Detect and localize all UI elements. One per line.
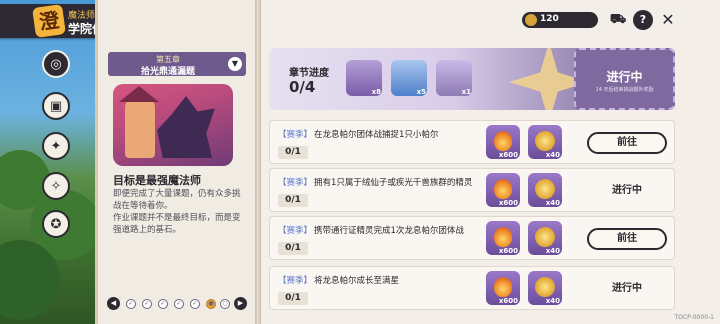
task-progress: 0/1 [278,146,308,159]
sidebar-item-star[interactable]: ✦ [42,132,70,160]
chapter-dot[interactable]: ✓ [190,299,200,309]
prev-chapter-button[interactable]: ◀ [107,297,120,310]
reward-count: x40 [545,247,560,255]
task-tag: 【赛季】 [278,130,313,140]
crystal-illustration [157,96,215,158]
chapter-name: 拾光鼎通漏题 [140,67,195,77]
chapter-pager: ◀ ✓ ✓ ✓ ✓ ✓ ● ○ ▶ [107,297,249,311]
task-title: 【赛季】 在龙息帕尔团体战捕捉1只小帕尔 [278,128,438,140]
task-text: 拥有1只属于绒仙子或疾光千兽族群的精灵 [314,178,473,188]
chapter-dot[interactable]: ✓ [126,299,136,309]
task-title: 【赛季】 将龙息帕尔成长至满星 [278,274,399,286]
task-text: 在龙息帕尔团体战捕捉1只小帕尔 [314,130,439,140]
chapter-dot[interactable]: ✓ [158,299,168,309]
reward-flower-icon[interactable]: x1 [436,60,472,96]
progress-label: 章节进度 [289,68,329,79]
reward-crystal-icon[interactable]: x8 [346,60,382,96]
goal-title: 目标是最强魔法师 [113,174,201,187]
task-row: 【赛季】 将龙息帕尔成长至满星 0/1 x600 x40 进行中 [269,266,675,310]
progress-value: 0/4 [289,78,316,96]
reward-count: x600 [498,151,518,159]
coin-reward-icon[interactable]: x40 [528,173,562,207]
coin-reward-icon[interactable]: x40 [528,221,562,255]
task-progress: 0/1 [278,242,308,255]
reward-count: x600 [498,247,518,255]
task-title: 【赛季】 携带通行证精灵完成1次龙息帕尔团体战 [278,224,464,236]
task-row: 【赛季】 携带通行证精灵完成1次龙息帕尔团体战 0/1 x600 x40 前往 [269,216,675,260]
witch-illustration [125,94,155,158]
coin-icon [525,14,537,26]
chapter-status: 进行中 [606,70,643,84]
close-icon[interactable]: ✕ [658,10,678,30]
badge-icon: ✪ [50,216,62,232]
task-progress: 0/1 [278,292,308,305]
scenery-background [0,0,100,324]
version-label: TOCP-0000-1 [674,314,714,321]
task-status: 进行中 [612,185,642,196]
task-status: 进行中 [612,283,642,294]
chapter-selector[interactable]: 第五章 拾光鼎通漏题 ▼ [108,52,246,77]
reward-count: x1 [461,88,471,96]
reward-count: x600 [498,297,518,305]
coin-reward-icon[interactable]: x40 [528,125,562,159]
task-progress: 0/1 [278,194,308,207]
help-icon[interactable]: ? [633,10,653,30]
shop-cart-icon[interactable]: ⛟ [608,10,628,30]
chapter-dot-current[interactable]: ● [206,299,216,309]
hat-illustration [119,86,159,102]
sidebar-item-badge[interactable]: ✪ [42,210,70,238]
flame-reward-icon[interactable]: x600 [486,221,520,255]
compass-icon: ✧ [50,178,62,194]
chapter-dot[interactable]: ✓ [174,299,184,309]
go-button[interactable]: 前往 [587,132,667,154]
next-chapter-button[interactable]: ▶ [234,297,247,310]
reward-count: x40 [545,199,560,207]
target-icon: ◎ [50,56,62,72]
chapter-progress-card: 章节进度 0/4 x8 x5 x1 进行中 14 天后结束挑战额外奖励 [269,48,675,110]
chapter-status-sub: 14 天后结束挑战额外奖励 [595,87,654,93]
bag-icon: ▣ [49,98,63,114]
chapter-dot[interactable]: ✓ [142,299,152,309]
sidebar-item-bag[interactable]: ▣ [42,92,70,120]
task-row: 【赛季】 在龙息帕尔团体战捕捉1只小帕尔 0/1 x600 x40 前往 [269,120,675,164]
sidebar-item-target[interactable]: ◎ [42,50,70,78]
reward-count: x40 [545,297,560,305]
flame-reward-icon[interactable]: x600 [486,125,520,159]
task-text: 将龙息帕尔成长至满星 [314,276,400,286]
chapter-illustration [113,84,233,166]
reward-count: x5 [416,88,426,96]
task-tag: 【赛季】 [278,276,313,286]
coin-value: 120 [540,14,559,24]
task-row: 【赛季】 拥有1只属于绒仙子或疾光千兽族群的精灵 0/1 x600 x40 进行中 [269,168,675,212]
coin-reward-icon[interactable]: x40 [528,271,562,305]
star-icon: ✦ [50,138,62,154]
flame-reward-icon[interactable]: x600 [486,271,520,305]
task-title: 【赛季】 拥有1只属于绒仙子或疾光千兽族群的精灵 [278,176,472,188]
task-tag: 【赛季】 [278,226,313,236]
chapter-status-panel: 进行中 14 天后结束挑战额外奖励 [574,48,675,110]
flame-reward-icon[interactable]: x600 [486,173,520,207]
task-tag: 【赛季】 [278,178,313,188]
coin-counter: 120 [522,12,598,28]
reward-count: x600 [498,199,518,207]
reward-count: x8 [371,88,381,96]
chevron-down-icon[interactable]: ▼ [228,57,242,71]
goal-description: 即便完成了大量课题，仍有众多挑战在等待着你。 作业课题并不是最终目标，而是变强道… [113,189,241,235]
book-logo-icon: 澄 [32,4,66,38]
reward-count: x40 [545,151,560,159]
task-text: 携带通行证精灵完成1次龙息帕尔团体战 [314,226,464,236]
go-button[interactable]: 前往 [587,228,667,250]
chapter-dot-locked[interactable]: ○ [220,299,230,309]
reward-orb-icon[interactable]: x5 [391,60,427,96]
sidebar-item-compass[interactable]: ✧ [42,172,70,200]
